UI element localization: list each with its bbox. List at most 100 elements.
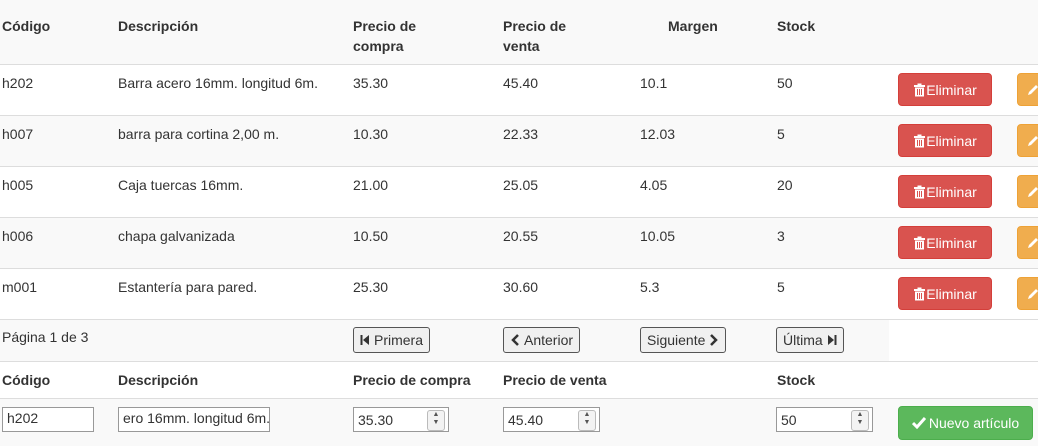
cell-compra: 35.30 xyxy=(353,75,389,91)
form-label-stock: Stock xyxy=(777,372,816,388)
form-header: Código Descripción Precio de compra Prec… xyxy=(0,362,1038,398)
descripcion-input[interactable]: ero 16mm. longitud 6m. xyxy=(118,407,270,432)
cell-margen: 10.05 xyxy=(640,228,676,244)
cell-descripcion: chapa galvanizada xyxy=(118,228,235,244)
edit-button[interactable] xyxy=(1017,226,1038,259)
delete-label: Eliminar xyxy=(926,81,977,98)
cell-margen: 10.1 xyxy=(640,75,668,91)
cell-stock: 5 xyxy=(777,279,785,295)
trash-icon xyxy=(914,287,926,300)
precio-venta-input[interactable]: 45.40 ▲ ▼ xyxy=(503,407,600,432)
cell-descripcion: Estantería para pared. xyxy=(118,279,258,295)
trash-icon xyxy=(914,185,926,198)
col-descripcion: Descripción xyxy=(118,18,199,34)
table-row: h202 Barra acero 16mm. longitud 6m. 35.3… xyxy=(0,65,1038,115)
step-forward-icon xyxy=(827,335,837,345)
col-margen: Margen xyxy=(668,18,718,34)
cell-venta: 22.33 xyxy=(503,126,539,142)
cell-margen: 4.05 xyxy=(640,177,668,193)
pagination-row: Página 1 de 3 xyxy=(0,320,889,361)
delete-button[interactable]: Eliminar xyxy=(898,175,992,208)
form-label-compra: Precio de compra xyxy=(353,372,471,388)
edit-button[interactable] xyxy=(1017,124,1038,157)
precio-venta-value: 45.40 xyxy=(508,412,544,428)
new-article-button[interactable]: Nuevo artículo xyxy=(898,406,1033,440)
table-row: m001 Estantería para pared. 25.30 30.60 … xyxy=(0,269,1038,319)
cell-compra: 10.30 xyxy=(353,126,389,142)
table-row: h006 chapa galvanizada 10.50 20.55 10.05… xyxy=(0,218,1038,268)
chevron-right-icon xyxy=(710,334,719,346)
cell-venta: 25.05 xyxy=(503,177,539,193)
new-article-label: Nuevo artículo xyxy=(928,415,1020,431)
next-page-button[interactable]: Siguiente xyxy=(640,327,727,353)
cell-stock: 3 xyxy=(777,228,785,244)
trash-icon xyxy=(914,236,926,249)
cell-stock: 20 xyxy=(777,177,793,193)
delete-label: Eliminar xyxy=(926,285,977,302)
cell-venta: 30.60 xyxy=(503,279,539,295)
trash-icon xyxy=(914,134,926,147)
codigo-input[interactable]: h202 xyxy=(2,407,94,432)
cell-compra: 25.30 xyxy=(353,279,389,295)
pencil-icon xyxy=(1028,238,1038,248)
step-backward-icon xyxy=(360,335,369,345)
prev-page-label: Anterior xyxy=(524,332,574,348)
check-icon xyxy=(911,417,926,429)
stock-value: 50 xyxy=(781,412,797,428)
prev-page-button[interactable]: Anterior xyxy=(503,327,581,353)
form-label-venta: Precio de venta xyxy=(503,372,607,388)
spinner-arrows-icon[interactable]: ▲ ▼ xyxy=(851,410,869,431)
form-label-descripcion: Descripción xyxy=(118,372,199,388)
last-page-button[interactable]: Última xyxy=(776,327,844,353)
precio-compra-value: 35.30 xyxy=(358,412,394,428)
delete-button[interactable]: Eliminar xyxy=(898,277,992,310)
edit-button[interactable] xyxy=(1017,277,1038,310)
last-page-label: Última xyxy=(783,332,823,348)
cell-descripcion: barra para cortina 2,00 m. xyxy=(118,126,280,142)
col-codigo: Código xyxy=(2,18,51,34)
cell-venta: 20.55 xyxy=(503,228,539,244)
pencil-icon xyxy=(1028,136,1038,146)
stock-input[interactable]: 50 ▲ ▼ xyxy=(776,407,873,432)
delete-label: Eliminar xyxy=(926,183,977,200)
col-stock: Stock xyxy=(777,18,816,34)
delete-button[interactable]: Eliminar xyxy=(898,73,992,106)
cell-margen: 5.3 xyxy=(640,279,660,295)
col-precio-venta-line2: venta xyxy=(503,38,540,54)
pencil-icon xyxy=(1028,289,1038,299)
cell-descripcion: Barra acero 16mm. longitud 6m. xyxy=(118,75,318,91)
edit-button[interactable] xyxy=(1017,73,1038,106)
chevron-left-icon xyxy=(511,334,519,346)
pencil-icon xyxy=(1028,187,1038,197)
cell-margen: 12.03 xyxy=(640,126,676,142)
col-precio-compra-line2: compra xyxy=(353,38,404,54)
col-precio-venta-line1: Precio de xyxy=(503,18,567,34)
first-page-label: Primera xyxy=(374,332,424,348)
form-label-codigo: Código xyxy=(2,372,51,388)
spinner-arrows-icon[interactable]: ▲ ▼ xyxy=(578,410,596,431)
next-page-label: Siguiente xyxy=(647,332,706,348)
spinner-arrows-icon[interactable]: ▲ ▼ xyxy=(427,410,445,431)
cell-codigo: h006 xyxy=(2,228,34,244)
first-page-button[interactable]: Primera xyxy=(353,327,431,353)
cell-codigo: m001 xyxy=(2,279,38,295)
cell-codigo: h007 xyxy=(2,126,34,142)
table-row: h007 barra para cortina 2,00 m. 10.30 22… xyxy=(0,116,1038,166)
cell-compra: 10.50 xyxy=(353,228,389,244)
delete-button[interactable]: Eliminar xyxy=(898,226,992,259)
page-info: Página 1 de 3 xyxy=(2,329,89,345)
cell-codigo: h202 xyxy=(2,75,34,91)
trash-icon xyxy=(914,83,926,96)
delete-button[interactable]: Eliminar xyxy=(898,124,992,157)
cell-descripcion: Caja tuercas 16mm. xyxy=(118,177,244,193)
cell-stock: 50 xyxy=(777,75,793,91)
table-row: h005 Caja tuercas 16mm. 21.00 25.05 4.05… xyxy=(0,167,1038,217)
pencil-icon xyxy=(1028,85,1038,95)
col-precio-compra-line1: Precio de xyxy=(353,18,417,34)
precio-compra-input[interactable]: 35.30 ▲ ▼ xyxy=(353,407,449,432)
edit-button[interactable] xyxy=(1017,175,1038,208)
table-header: Código Descripción Precio de compra Prec… xyxy=(0,0,1038,64)
cell-venta: 45.40 xyxy=(503,75,539,91)
cell-codigo: h005 xyxy=(2,177,34,193)
cell-compra: 21.00 xyxy=(353,177,389,193)
